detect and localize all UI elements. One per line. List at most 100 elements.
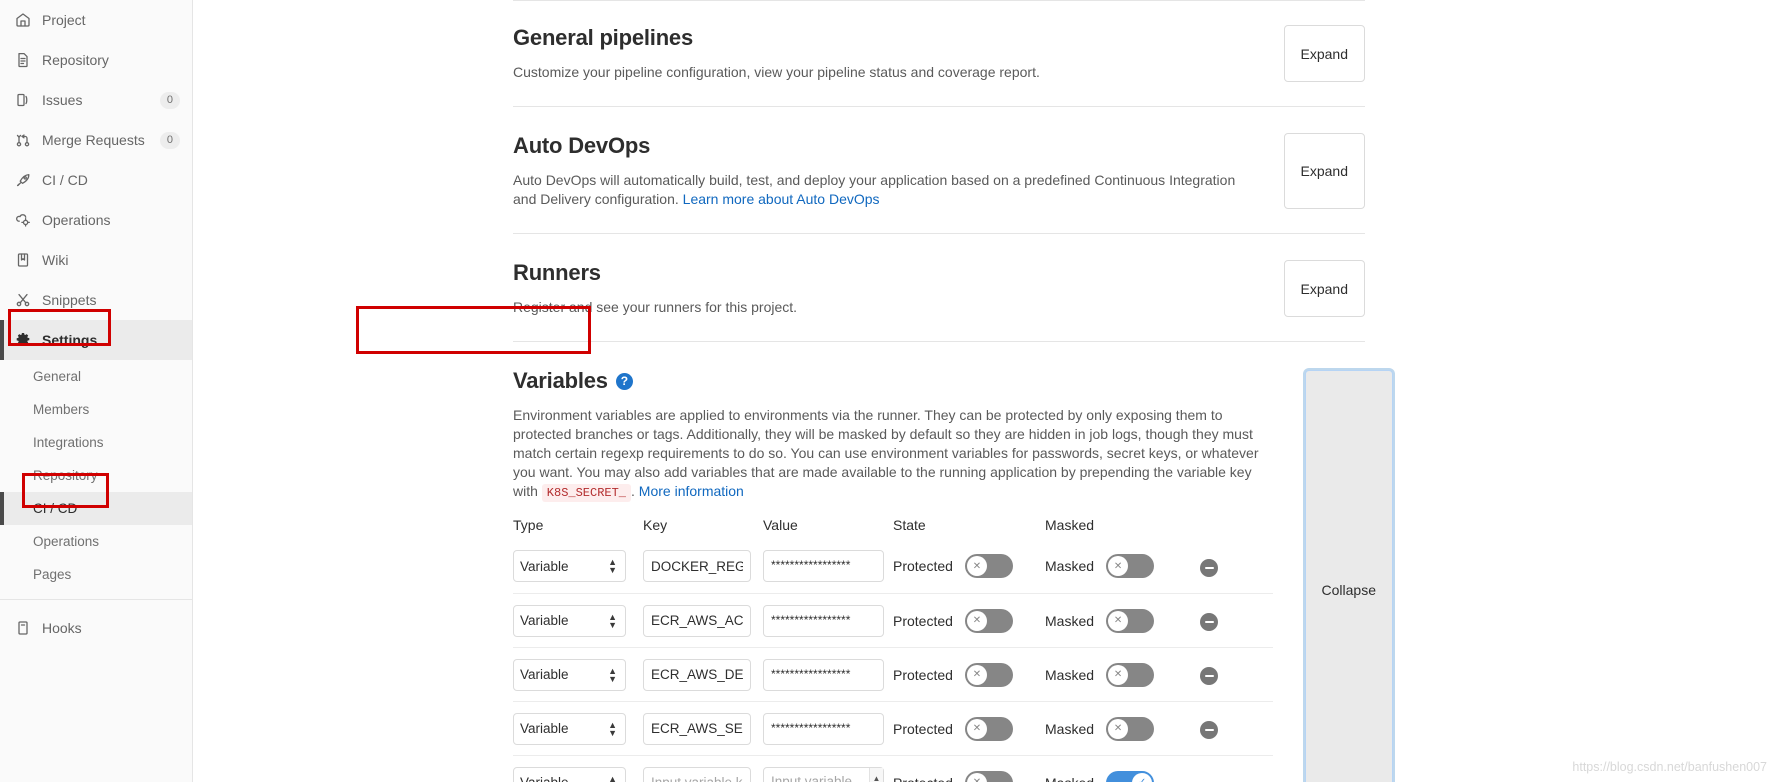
masked-label: Masked — [1045, 720, 1095, 737]
hooks-icon — [14, 619, 32, 637]
variables-description: Environment variables are applied to env… — [513, 406, 1273, 503]
sidebar-subitem-operations[interactable]: Operations — [0, 525, 192, 558]
protected-toggle[interactable]: ✕ — [964, 554, 1013, 578]
sidebar-subitem-repository[interactable]: Repository — [0, 459, 192, 492]
section-runners: Runners Register and see your runners fo… — [513, 234, 1365, 342]
remove-circle-icon[interactable] — [1200, 558, 1218, 577]
issues-icon — [14, 91, 32, 109]
protected-toggle[interactable]: ✕ — [964, 608, 1013, 633]
masked-label: Masked — [1045, 666, 1095, 683]
home-icon — [14, 11, 32, 29]
variable-key-input[interactable] — [643, 658, 751, 691]
protected-toggle[interactable]: ✕ — [964, 716, 1013, 741]
masked-toggle[interactable]: ✕ — [1106, 716, 1155, 741]
table-row: VariableFile▲▼▲▼Protected✕Masked✓ — [513, 755, 1273, 782]
column-header-state: State — [893, 517, 926, 533]
value-stepper-icon[interactable]: ▲▼ — [869, 767, 883, 782]
protected-label: Protected — [893, 558, 953, 574]
masked-toggle[interactable]: ✕ — [1106, 608, 1155, 633]
toggle-knob: ✕ — [966, 556, 987, 576]
protected-label: Protected — [893, 775, 953, 782]
masked-toggle[interactable]: ✕ — [1106, 662, 1155, 687]
sidebar-item-ci-cd[interactable]: CI / CD — [0, 160, 192, 200]
variable-type-select[interactable]: VariableFile — [513, 766, 626, 782]
sidebar-subitem-pages[interactable]: Pages — [0, 558, 192, 591]
sidebar-item-snippets[interactable]: Snippets — [0, 280, 192, 320]
variable-type-select[interactable]: VariableFile — [513, 658, 626, 691]
variables-table-header: Type Key Value State Masked — [513, 517, 1273, 539]
variable-value-input[interactable] — [763, 712, 884, 745]
sidebar-subitem-label: General — [33, 369, 82, 384]
variable-key-input[interactable] — [643, 766, 751, 782]
protected-toggle[interactable]: ✕ — [964, 770, 1013, 782]
more-information-link[interactable]: More information — [639, 483, 744, 499]
expand-button-general-pipelines[interactable]: Expand — [1283, 25, 1365, 82]
sidebar-divider — [0, 599, 192, 600]
merge-request-icon — [14, 131, 32, 149]
sidebar-subitem-members[interactable]: Members — [0, 393, 192, 426]
gitlab-settings-page: Project Repository Issues 0 Merge Requests 0 C… — [0, 0, 1777, 782]
book-icon — [14, 251, 32, 269]
variable-key-input[interactable] — [643, 712, 751, 745]
sidebar-subitem-label: Integrations — [33, 435, 104, 450]
sidebar-subitem-integrations[interactable]: Integrations — [0, 426, 192, 459]
variable-key-input[interactable] — [643, 550, 751, 582]
main-content: General pipelines Customize your pipelin… — [193, 0, 1777, 782]
sidebar-subitem-label: Members — [33, 402, 90, 417]
sidebar-subitem-label: Pages — [33, 567, 72, 582]
sidebar-item-repository[interactable]: Repository — [0, 40, 192, 80]
remove-circle-icon[interactable] — [1200, 613, 1218, 631]
sidebar-item-issues[interactable]: Issues 0 — [0, 80, 192, 120]
masked-label: Masked — [1045, 612, 1095, 629]
section-auto-devops: Auto DevOps Auto DevOps will automatical… — [513, 107, 1365, 234]
sidebar-item-label: Operations — [42, 212, 111, 228]
sidebar-item-label: Wiki — [42, 252, 69, 268]
sidebar-item-operations[interactable]: Operations — [0, 200, 192, 240]
remove-circle-icon[interactable] — [1200, 667, 1218, 685]
section-title: General pipelines — [513, 25, 694, 50]
question-mark-icon[interactable]: ? — [615, 372, 633, 390]
variable-type-select[interactable]: VariableFile — [513, 550, 626, 582]
protected-label: Protected — [893, 612, 953, 629]
protected-label: Protected — [893, 720, 953, 737]
learn-more-auto-devops-link[interactable]: Learn more about Auto DevOps — [683, 191, 880, 207]
sidebar-item-hooks[interactable]: Hooks — [0, 608, 192, 648]
expand-button-runners[interactable]: Expand — [1283, 260, 1365, 317]
variable-type-select[interactable]: VariableFile — [513, 604, 626, 637]
variable-value-input[interactable] — [763, 550, 884, 582]
variable-value-input[interactable] — [763, 766, 884, 782]
masked-label: Masked — [1045, 558, 1095, 574]
expand-button-auto-devops[interactable]: Expand — [1283, 133, 1365, 209]
toggle-knob: ✕ — [966, 610, 987, 631]
sidebar-item-label: Repository — [42, 52, 109, 68]
variable-key-input[interactable] — [643, 604, 751, 637]
variable-value-input[interactable] — [763, 658, 884, 691]
settings-sections: General pipelines Customize your pipelin… — [513, 0, 1393, 782]
toggle-knob: ✓ — [1132, 772, 1153, 782]
section-variables: Variables ? Environment variables are ap… — [513, 342, 1393, 782]
variable-type-select[interactable]: VariableFile — [513, 712, 626, 745]
variables-description-text-2: . — [631, 483, 639, 499]
sidebar-subitem-label: Operations — [33, 534, 100, 549]
remove-circle-icon[interactable] — [1200, 721, 1218, 739]
sidebar-item-merge-requests[interactable]: Merge Requests 0 — [0, 120, 192, 160]
toggle-knob: ✕ — [966, 718, 987, 739]
sidebar-subitem-general[interactable]: General — [0, 360, 192, 393]
sidebar-item-label: Merge Requests — [42, 132, 145, 148]
masked-toggle[interactable]: ✓ — [1106, 770, 1155, 782]
sidebar-item-project[interactable]: Project — [0, 0, 192, 40]
sidebar-subitem-label: Repository — [33, 468, 98, 483]
sidebar-item-wiki[interactable]: Wiki — [0, 240, 192, 280]
masked-toggle[interactable]: ✕ — [1106, 554, 1155, 578]
toggle-knob: ✕ — [1108, 664, 1129, 685]
page-title: Variables — [513, 368, 608, 393]
column-header-key: Key — [643, 517, 668, 533]
variable-value-input[interactable] — [763, 604, 884, 637]
section-title: Auto DevOps — [513, 133, 651, 158]
protected-toggle[interactable]: ✕ — [964, 662, 1013, 687]
sidebar-item-settings[interactable]: Settings — [0, 320, 192, 360]
collapse-button-variables[interactable]: Collapse — [1304, 370, 1393, 782]
section-title: Runners — [513, 260, 601, 285]
sidebar-subitem-ci-cd[interactable]: CI / CD — [0, 492, 192, 525]
section-general-pipelines: General pipelines Customize your pipelin… — [513, 0, 1365, 107]
